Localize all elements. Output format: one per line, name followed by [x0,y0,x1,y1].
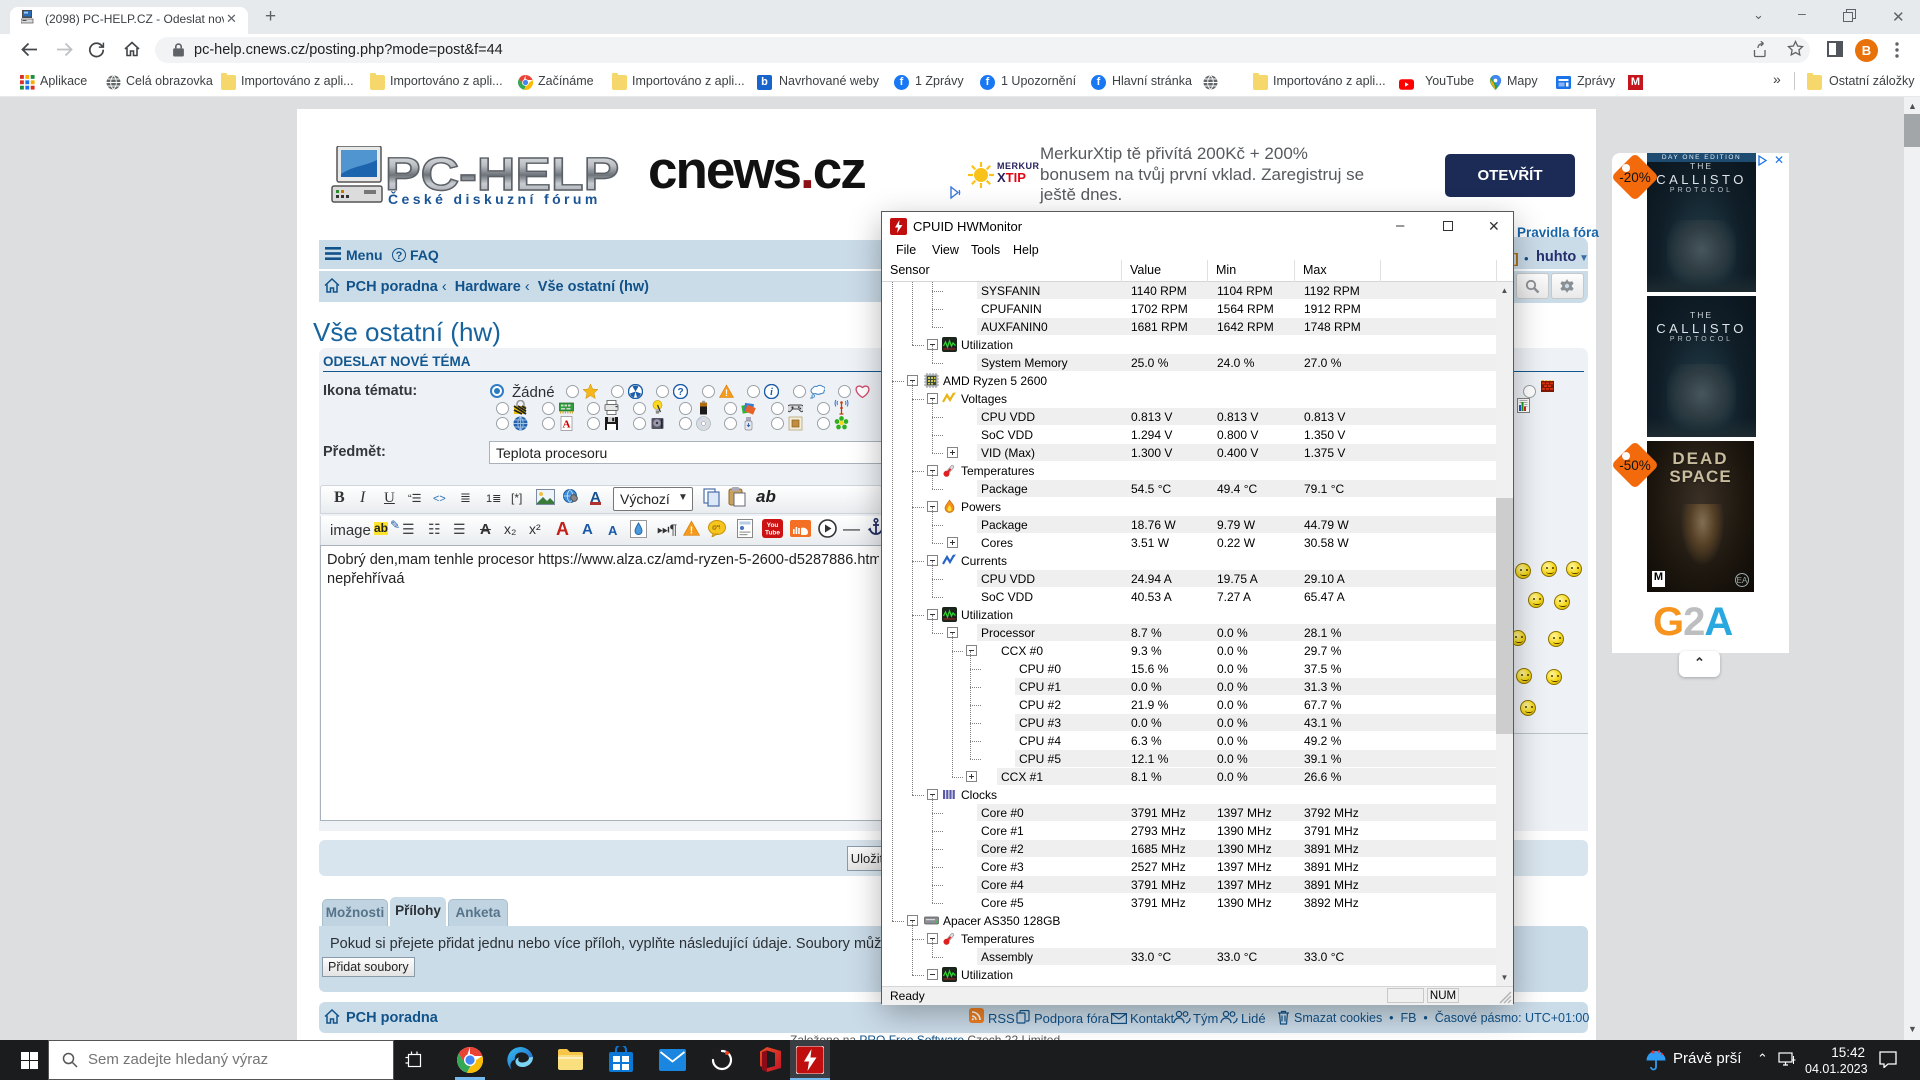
svg-text:i: i [770,387,773,398]
svg-text:@*!: @*! [712,525,721,531]
svg-text:!: ! [725,388,728,398]
svg-text:You: You [767,522,779,529]
svg-text:!: ! [690,526,693,537]
svg-text:A: A [563,419,571,431]
svg-text:Tube: Tube [765,530,780,537]
svg-text:?: ? [677,387,683,398]
